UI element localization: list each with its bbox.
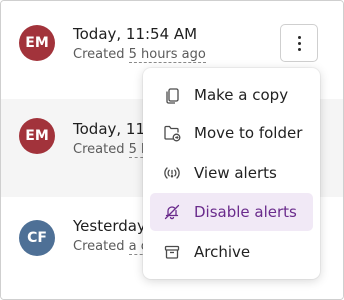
item-list: EM Today, 11:54 AM Created 5 hours ago E…: [0, 0, 344, 300]
menu-item-view-alerts[interactable]: View alerts: [150, 154, 313, 192]
created-prefix: Created: [73, 239, 129, 254]
item-created: Created a c: [73, 239, 148, 255]
kebab-dot: [297, 35, 301, 39]
item-created: Created 5 h: [73, 142, 150, 158]
archive-box-icon: [162, 242, 182, 262]
created-relative-time: 5 hours ago: [128, 47, 206, 63]
menu-item-label: Archive: [194, 243, 251, 261]
item-title: Today, 11:54 AM: [73, 25, 198, 43]
menu-item-move-to-folder[interactable]: Move to folder: [150, 114, 313, 152]
menu-item-archive[interactable]: Archive: [150, 233, 313, 271]
kebab-dot: [297, 47, 301, 51]
menu-item-label: Disable alerts: [194, 203, 297, 221]
copy-icon: [162, 85, 182, 105]
menu-item-label: View alerts: [194, 164, 277, 182]
options-menu: Make a copy Move to folder View alerts D…: [143, 68, 320, 279]
menu-item-make-a-copy[interactable]: Make a copy: [150, 76, 313, 114]
created-prefix: Created: [73, 142, 129, 157]
item-created: Created 5 hours ago: [73, 47, 206, 63]
menu-item-label: Move to folder: [194, 124, 303, 142]
menu-item-disable-alerts[interactable]: Disable alerts: [150, 193, 313, 231]
avatar: EM: [19, 25, 55, 61]
item-title: Yesterday,: [73, 217, 151, 235]
created-prefix: Created: [73, 47, 129, 62]
avatar: CF: [19, 220, 55, 256]
bell-off-icon: [162, 202, 182, 222]
alert-broadcast-icon: [162, 163, 182, 183]
avatar: EM: [19, 118, 55, 154]
folder-move-icon: [162, 123, 182, 143]
menu-item-label: Make a copy: [194, 86, 289, 104]
kebab-dot: [297, 41, 301, 45]
more-options-button[interactable]: [280, 24, 318, 62]
